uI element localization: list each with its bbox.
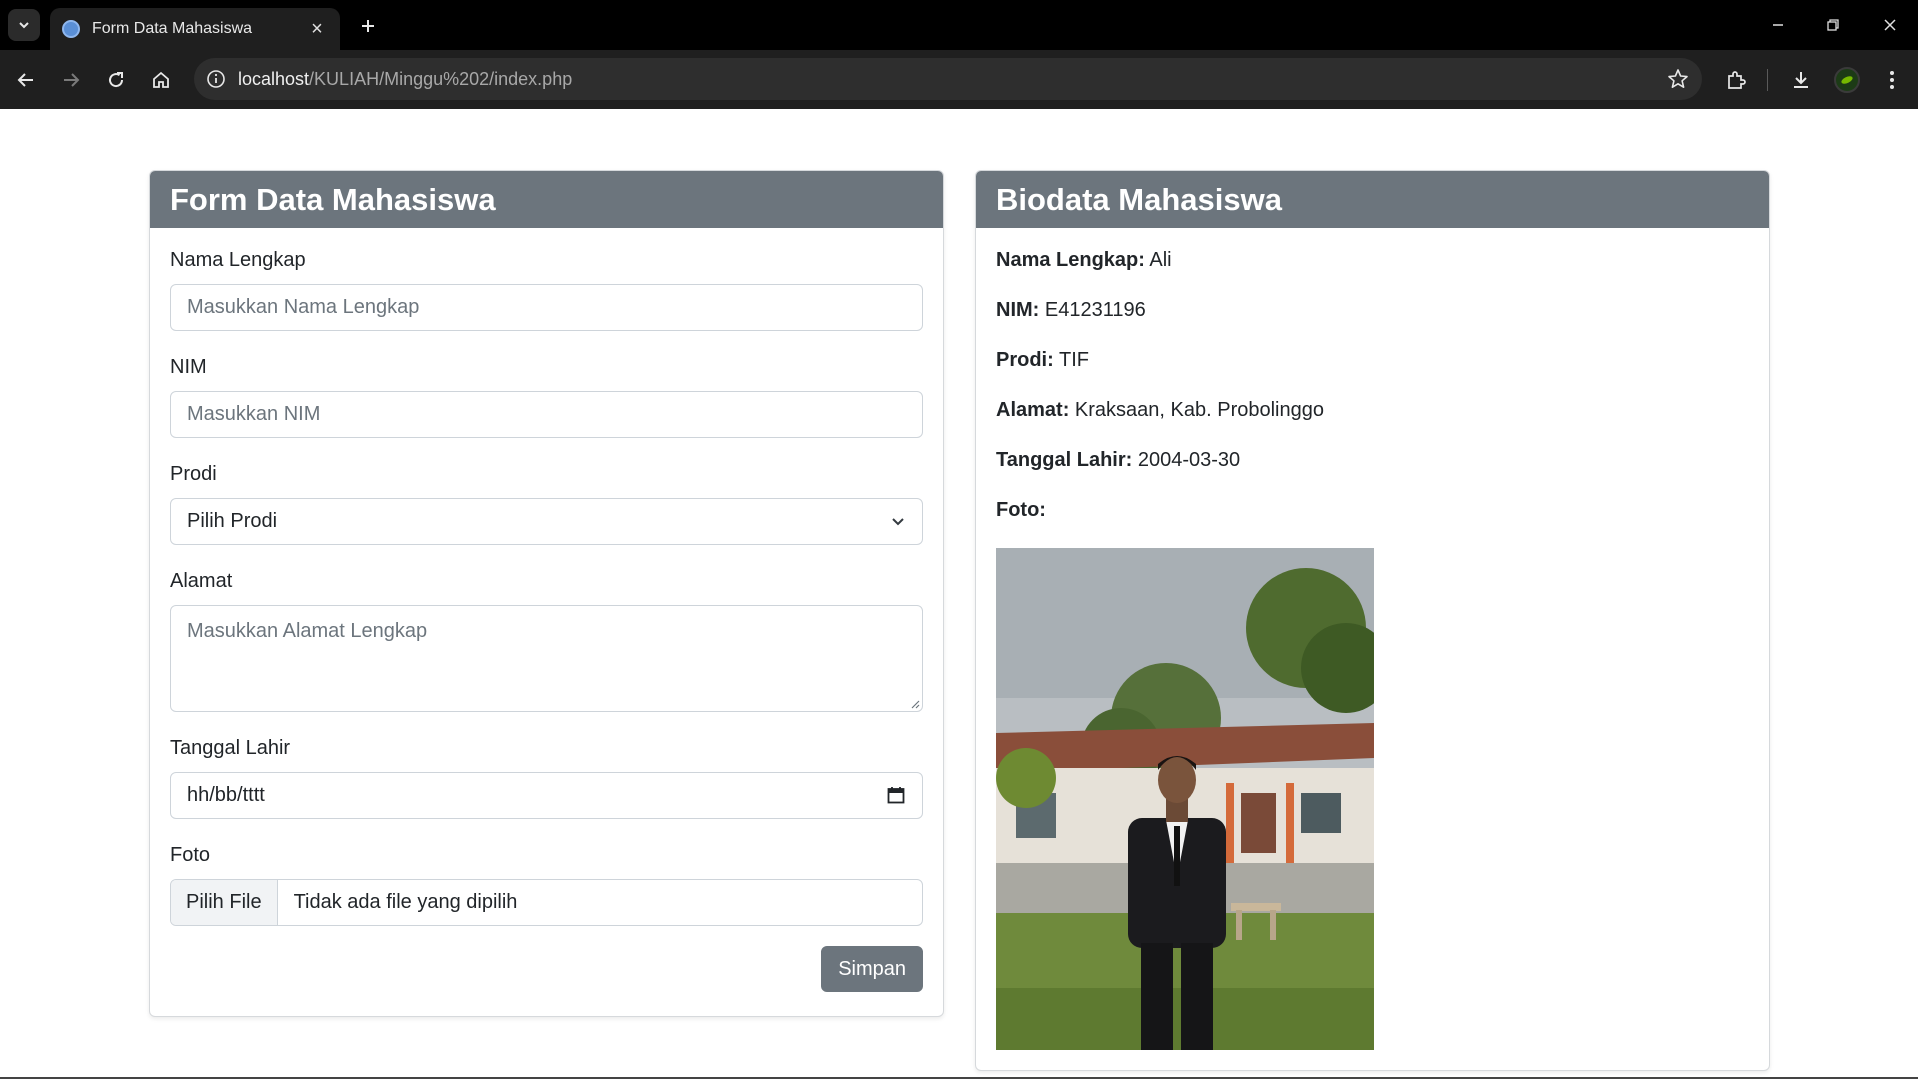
url-host: localhost xyxy=(238,68,310,89)
close-window-button[interactable] xyxy=(1870,8,1910,42)
minimize-button[interactable] xyxy=(1758,8,1798,42)
reload-button[interactable] xyxy=(98,62,134,98)
tab-title: Form Data Mahasiswa xyxy=(92,20,253,37)
bio-key: Foto: xyxy=(996,499,1046,521)
bio-alamat: Alamat: Kraksaan, Kab. Probolinggo xyxy=(996,398,1749,422)
close-tab-icon[interactable]: × xyxy=(306,19,328,39)
file-status: Tidak ada file yang dipilih xyxy=(293,891,518,913)
resize-handle-icon[interactable] xyxy=(910,699,920,709)
bio-value: Ali xyxy=(1149,249,1172,271)
nama-label: Nama Lengkap xyxy=(170,249,306,271)
minimize-icon xyxy=(1773,24,1783,26)
globe-icon xyxy=(62,20,80,38)
home-button[interactable] xyxy=(143,62,179,98)
forward-icon xyxy=(64,73,80,87)
bio-tanggal: Tanggal Lahir: 2004-03-30 xyxy=(996,448,1749,472)
calendar-icon[interactable] xyxy=(886,785,906,805)
close-icon xyxy=(1884,19,1896,31)
profile-icon xyxy=(1834,67,1860,93)
form-card: Form Data Mahasiswa Nama Lengkap Masukka… xyxy=(149,170,944,1017)
bio-value: E41231196 xyxy=(1044,299,1146,321)
nama-input[interactable]: Masukkan Nama Lengkap xyxy=(170,284,923,331)
prodi-select[interactable]: Pilih Prodi xyxy=(170,498,923,545)
browser-tab[interactable]: Form Data Mahasiswa × xyxy=(50,8,340,50)
info-icon[interactable] xyxy=(204,67,228,91)
back-icon xyxy=(17,73,33,87)
download-icon xyxy=(1794,72,1808,88)
bio-value: TIF xyxy=(1058,349,1089,371)
bio-key: Prodi: xyxy=(996,349,1054,371)
foto-label: Foto xyxy=(170,844,211,866)
student-photo xyxy=(996,548,1374,1050)
url-path: /KULIAH/Minggu%202/index.php xyxy=(309,68,573,89)
bio-key: Tanggal Lahir: xyxy=(996,449,1133,471)
tab-search-button[interactable] xyxy=(8,9,40,41)
bio-key: Nama Lengkap: xyxy=(996,249,1145,271)
nim-placeholder: Masukkan NIM xyxy=(187,403,321,425)
bio-foto: Foto: xyxy=(996,498,1749,522)
back-button[interactable] xyxy=(8,62,44,98)
browser-toolbar: localhost/KULIAH/Minggu%202/index.php xyxy=(0,50,1918,109)
bio-value: 2004-03-30 xyxy=(1137,449,1241,471)
star-icon[interactable] xyxy=(1666,67,1690,91)
nim-label: NIM xyxy=(170,356,207,378)
nim-input[interactable]: Masukkan NIM xyxy=(170,391,923,438)
download-button[interactable] xyxy=(1783,62,1819,98)
extensions-button[interactable] xyxy=(1718,62,1754,98)
bio-key: NIM: xyxy=(996,299,1040,321)
chevron-down-icon xyxy=(19,22,29,29)
bio-prodi: Prodi: TIF xyxy=(996,348,1749,372)
bio-nim: NIM: E41231196 xyxy=(996,298,1749,322)
alamat-textarea[interactable]: Masukkan Alamat Lengkap xyxy=(170,605,923,712)
address-bar[interactable]: localhost/KULIAH/Minggu%202/index.php xyxy=(194,58,1702,100)
toolbar-divider xyxy=(1767,69,1768,91)
nama-placeholder: Masukkan Nama Lengkap xyxy=(187,296,420,318)
page-content: Form Data Mahasiswa Nama Lengkap Masukka… xyxy=(0,109,1918,1079)
foto-file-input[interactable]: Pilih File Tidak ada file yang dipilih xyxy=(170,879,923,926)
browser-menu-button[interactable] xyxy=(1874,62,1910,98)
home-icon xyxy=(153,71,169,88)
form-card-title: Form Data Mahasiswa xyxy=(150,171,943,228)
alamat-label: Alamat xyxy=(170,570,233,592)
new-tab-button[interactable] xyxy=(352,10,384,42)
prodi-label: Prodi xyxy=(170,463,217,485)
alamat-placeholder: Masukkan Alamat Lengkap xyxy=(187,620,428,642)
profile-button[interactable] xyxy=(1829,62,1865,98)
plus-icon xyxy=(362,20,374,32)
prodi-selected-value: Pilih Prodi xyxy=(187,510,278,532)
tanggal-label: Tanggal Lahir xyxy=(170,737,291,759)
forward-button[interactable] xyxy=(53,62,89,98)
biodata-card-title: Biodata Mahasiswa xyxy=(976,171,1769,228)
chevron-down-icon xyxy=(892,518,904,526)
bio-nama: Nama Lengkap: Ali xyxy=(996,248,1749,272)
tanggal-value: hh/bb/tttt xyxy=(187,784,265,806)
submit-row: Simpan xyxy=(170,946,923,992)
tanggal-input[interactable]: hh/bb/tttt xyxy=(170,772,923,819)
form-card-body: Nama Lengkap Masukkan Nama Lengkap NIM M… xyxy=(150,228,943,1012)
choose-file-button[interactable]: Pilih File xyxy=(171,880,278,925)
biodata-card-body: Nama Lengkap: Ali NIM: E41231196 Prodi: … xyxy=(976,228,1769,1070)
extensions-icon xyxy=(1728,71,1746,89)
biodata-card: Biodata Mahasiswa Nama Lengkap: Ali NIM:… xyxy=(975,170,1770,1071)
reload-icon xyxy=(109,72,124,88)
simpan-button[interactable]: Simpan xyxy=(821,946,923,992)
browser-tab-bar: Form Data Mahasiswa × xyxy=(0,0,1918,50)
bio-value: Kraksaan, Kab. Probolinggo xyxy=(1074,399,1324,421)
menu-icon xyxy=(1890,71,1894,89)
restore-icon xyxy=(1827,19,1839,31)
restore-button[interactable] xyxy=(1813,8,1853,42)
bio-key: Alamat: xyxy=(996,399,1070,421)
